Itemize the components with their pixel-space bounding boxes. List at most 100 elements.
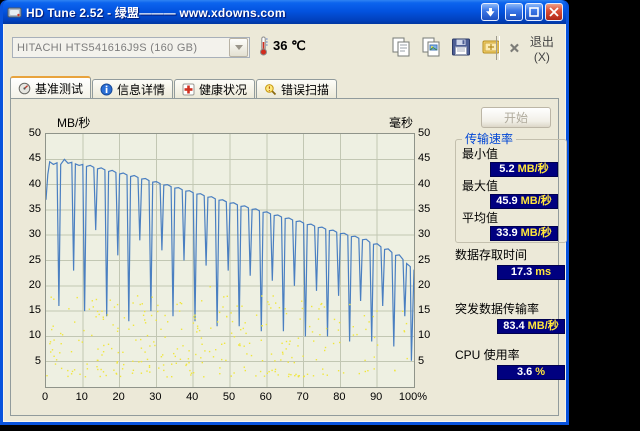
- tab-info-label: 信息详情: [117, 82, 166, 97]
- axis-tick-label: 10: [75, 391, 88, 403]
- save-button[interactable]: [448, 34, 474, 60]
- info-icon: [100, 83, 113, 95]
- chart-zone: MB/秒 毫秒 50 50 45 45 40 40 35 35 30 30 25 25 20 20 15 15…: [11, 99, 451, 415]
- copy-image-icon: [422, 37, 440, 57]
- stat-cpu-usage-value-badge: 3.6 %: [497, 365, 565, 380]
- axis-tick-label: 20: [418, 278, 431, 291]
- axis-tick-label: 30: [418, 228, 431, 241]
- drive-select[interactable]: HITACHI HTS541616J9S (160 GB): [12, 37, 250, 58]
- download-arrow-icon: [485, 7, 494, 17]
- stat-maximum-value-badge: 45.9 MB/秒: [490, 194, 558, 209]
- stat-access-time-label: 数据存取时间: [455, 248, 528, 262]
- axis-tick-label: 60: [259, 391, 272, 403]
- stats-column: 传输速率 最小值 5.2 MB/秒 最大值 45.9 MB/秒 平均值 33.9…: [455, 99, 567, 415]
- tab-benchmark-label: 基准测试: [35, 81, 84, 96]
- axis-tick-label: 25: [28, 253, 41, 266]
- axis-tick-label: 45: [28, 152, 41, 165]
- axis-tick-label: 5: [34, 354, 41, 367]
- stat-access-time-value: 17.3: [510, 266, 533, 278]
- stat-minimum-value: 5.2: [499, 163, 515, 175]
- tab-health[interactable]: 健康状况: [174, 79, 256, 98]
- stat-burst-rate-label: 突发数据传输率: [455, 302, 540, 316]
- benchmark-chart: [45, 133, 415, 388]
- stat-access-time-unit: ms: [535, 266, 552, 278]
- exit-button[interactable]: 退出(X): [504, 35, 565, 64]
- temperature-value: 36 ℃: [273, 38, 306, 53]
- axis-tick-label: 100%: [398, 391, 428, 403]
- axis-tick-label: 35: [28, 202, 41, 215]
- axis-tick-label: 45: [418, 152, 431, 165]
- benchmark-panel: MB/秒 毫秒 50 50 45 45 40 40 35 35 30 30 25 25 20 20 15 15…: [10, 98, 567, 416]
- minimize-button[interactable]: [505, 3, 523, 21]
- save-icon: [452, 38, 470, 56]
- copy-icon: [392, 37, 410, 57]
- stat-cpu-usage-value: 3.6: [516, 366, 533, 378]
- maximize-icon: [529, 7, 539, 17]
- stat-cpu-usage: CPU 使用率 3.6 %: [455, 349, 567, 380]
- stat-maximum-label: 最大值: [462, 179, 499, 193]
- window-title: HD Tune 2.52 - 绿盟——— www.xdowns.com: [26, 5, 286, 20]
- axis-tick-label: 15: [418, 304, 431, 317]
- axis-tick-label: 90: [370, 391, 383, 403]
- stat-maximum-unit: MB/秒: [520, 195, 552, 207]
- window-buttons: [481, 3, 563, 21]
- titlebar[interactable]: HD Tune 2.52 - 绿盟——— www.xdowns.com: [3, 0, 566, 24]
- export-button[interactable]: [478, 34, 504, 60]
- axis-tick-label: 10: [418, 329, 431, 342]
- exit-x-icon: [510, 43, 519, 53]
- stat-burst-rate-value: 83.4: [503, 320, 525, 332]
- exit-button-label: 退出(X): [529, 34, 554, 64]
- drive-select-dropdown-button[interactable]: [229, 38, 248, 57]
- tab-error-scan[interactable]: 错误扫描: [256, 79, 338, 98]
- axis-tick-label: 30: [149, 391, 162, 403]
- transfer-rate-group-title: 传输速率: [462, 133, 517, 146]
- transfer-rate-group: 传输速率 最小值 5.2 MB/秒 最大值 45.9 MB/秒 平均值 33.9…: [455, 133, 567, 243]
- tab-benchmark[interactable]: 基准测试: [10, 76, 92, 98]
- temperature-indicator: 36 ℃: [258, 36, 306, 56]
- app-icon: [7, 7, 22, 17]
- axis-tick-label: 40: [418, 177, 431, 190]
- maximize-button[interactable]: [525, 3, 543, 21]
- stat-minimum-value-badge: 5.2 MB/秒: [490, 162, 558, 177]
- stat-average-label: 平均值: [462, 211, 499, 225]
- copy-image-button[interactable]: [418, 34, 444, 60]
- axis-tick-label: 35: [418, 202, 431, 215]
- stat-cpu-usage-label: CPU 使用率: [455, 348, 520, 362]
- axis-tick-label: 0: [41, 391, 49, 403]
- axis-tick-label: 50: [222, 391, 236, 403]
- axis-tick-label: 20: [28, 278, 41, 291]
- copy-text-button[interactable]: [388, 34, 414, 60]
- download-button[interactable]: [481, 3, 499, 21]
- stat-burst-rate-value-badge: 83.4 MB/秒: [497, 319, 565, 334]
- toolbar: HITACHI HTS541616J9S (160 GB) 36 ℃ 退出(X): [4, 24, 565, 74]
- tab-error-scan-label: 错误扫描: [281, 82, 330, 97]
- axis-tick-label: 10: [28, 329, 41, 342]
- tab-info[interactable]: 信息详情: [92, 79, 174, 98]
- window-body: HITACHI HTS541616J9S (160 GB) 36 ℃ 退出(X)…: [3, 24, 567, 422]
- close-icon: [549, 7, 559, 17]
- thermometer-icon: [260, 36, 268, 56]
- gauge-icon: [18, 82, 31, 94]
- axis-tick-label: 50: [418, 127, 431, 139]
- toolbar-separator: [496, 36, 500, 60]
- tab-health-label: 健康状况: [199, 82, 248, 97]
- stat-average-value: 33.9: [496, 227, 518, 239]
- stat-average: 平均值 33.9 MB/秒: [462, 212, 560, 241]
- stat-access-time: 数据存取时间 17.3 ms: [455, 249, 567, 280]
- axis-tick-label: 30: [28, 228, 41, 241]
- axis-tick-label: 25: [418, 253, 431, 266]
- axis-tick-label: 15: [28, 304, 41, 317]
- minimize-icon: [510, 14, 516, 16]
- screenshot-canvas: HD Tune 2.52 - 绿盟——— www.xdowns.com HITA…: [0, 0, 640, 431]
- stat-cpu-usage-unit: %: [535, 366, 546, 378]
- health-cross-icon: [182, 83, 195, 95]
- axis-tick-label: 20: [112, 391, 125, 403]
- chevron-down-icon: [234, 45, 243, 50]
- drive-select-value: HITACHI HTS541616J9S (160 GB): [17, 41, 198, 54]
- close-button[interactable]: [545, 3, 563, 21]
- app-window: HD Tune 2.52 - 绿盟——— www.xdowns.com HITA…: [0, 0, 569, 425]
- stat-minimum: 最小值 5.2 MB/秒: [462, 148, 560, 177]
- stat-average-value-badge: 33.9 MB/秒: [490, 226, 558, 241]
- stat-maximum-value: 45.9: [496, 195, 518, 207]
- left-axis-label: MB/秒: [57, 116, 91, 130]
